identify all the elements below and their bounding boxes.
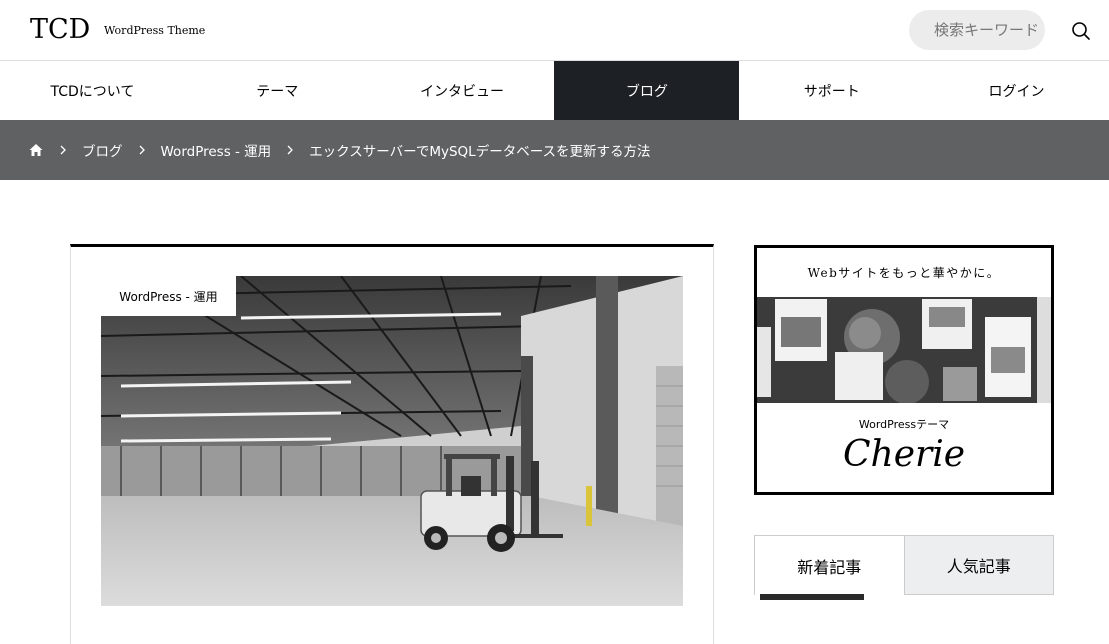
article-category-label[interactable]: WordPress - 運用 xyxy=(101,276,236,316)
breadcrumb-item-blog[interactable]: ブログ xyxy=(82,140,123,160)
breadcrumb: ブログ WordPress - 運用 エックスサーバーでMySQLデータベースを… xyxy=(0,120,1109,180)
site-header: TCD WordPress Theme xyxy=(0,0,1109,60)
nav-item-support[interactable]: サポート xyxy=(739,61,924,120)
tab-popular-articles[interactable]: 人気記事 xyxy=(904,535,1054,595)
global-nav: TCDについて テーマ インタビュー ブログ サポート ログイン xyxy=(0,60,1109,120)
breadcrumb-current: エックスサーバーでMySQLデータベースを更新する方法 xyxy=(309,144,651,160)
sidebar-article-tabs: 新着記事 人気記事 xyxy=(754,535,1054,595)
ad-subtitle: WordPressテーマ xyxy=(858,418,950,431)
article-thumbnail[interactable] xyxy=(760,594,864,600)
tab-new-articles[interactable]: 新着記事 xyxy=(754,535,905,595)
search-icon[interactable] xyxy=(1071,21,1091,41)
chevron-right-icon xyxy=(60,145,66,155)
search-input[interactable] xyxy=(934,10,1044,50)
chevron-right-icon xyxy=(139,145,145,155)
ad-visual-image xyxy=(757,297,1051,403)
breadcrumb-item-category[interactable]: WordPress - 運用 xyxy=(161,140,272,160)
article-hero-image[interactable] xyxy=(101,276,683,606)
nav-item-about[interactable]: TCDについて xyxy=(0,61,185,120)
ad-brand-name: Cherie xyxy=(842,434,966,475)
site-logo[interactable]: TCD xyxy=(30,12,90,48)
sidebar-ad-banner[interactable]: Webサイトをもっと華やかに。 WordPressテーマ Cherie xyxy=(754,245,1054,495)
site-logo-subtitle: WordPress Theme xyxy=(104,24,206,37)
nav-item-login[interactable]: ログイン xyxy=(924,61,1109,120)
nav-item-blog[interactable]: ブログ xyxy=(554,61,740,120)
home-icon[interactable] xyxy=(28,142,44,158)
nav-item-interview[interactable]: インタビュー xyxy=(370,61,555,120)
chevron-right-icon xyxy=(287,145,294,155)
search-box xyxy=(909,10,1045,50)
nav-item-themes[interactable]: テーマ xyxy=(185,61,370,120)
ad-tagline: Webサイトをもっと華やかに。 xyxy=(807,266,1001,280)
